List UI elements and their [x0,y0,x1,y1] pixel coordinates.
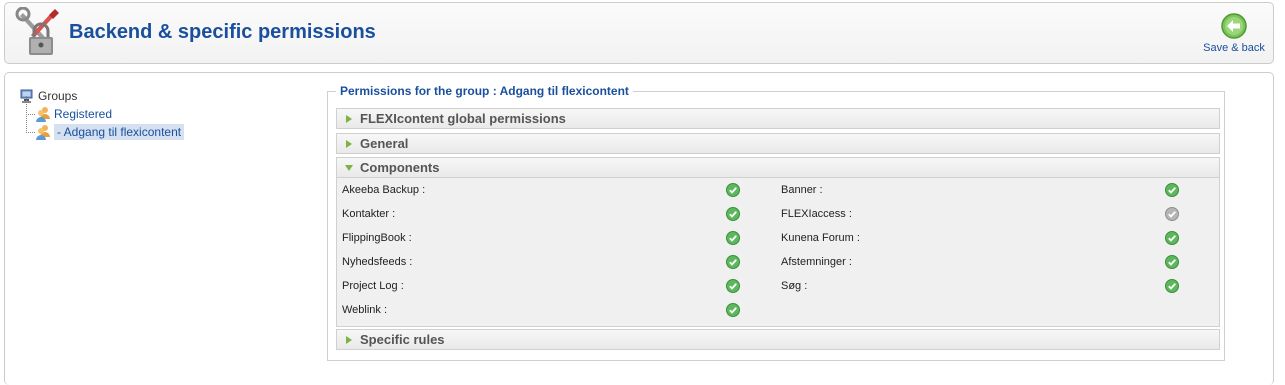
check-allowed-icon[interactable] [726,183,740,197]
collapse-arrow-icon [345,164,353,171]
check-allowed-icon[interactable] [726,255,740,269]
component-label-projectlog: Project Log : [342,280,404,292]
tree-item-registered-label[interactable]: Registered [54,107,112,121]
groups-icon [20,89,33,103]
component-label-kunena: Kunena Forum : [781,232,860,244]
component-label-flippingbook: FlippingBook : [342,232,412,244]
tools-lock-icon [15,7,59,55]
page-title: Backend & specific permissions [69,21,376,43]
section-general[interactable]: General [336,133,1220,154]
expand-arrow-icon [346,114,352,123]
section-specific-rules-label: Specific rules [360,332,445,347]
check-allowed-icon[interactable] [726,207,740,221]
check-allowed-icon[interactable] [1165,255,1179,269]
component-label-akeeba: Akeeba Backup : [342,184,426,196]
tree-item-registered[interactable]: Registered [19,96,184,123]
expand-arrow-icon [346,335,352,344]
permissions-legend: Permissions for the group : Adgang til f… [336,84,633,98]
tree-connector [19,96,35,123]
save-and-back-label: Save & back [1203,42,1265,54]
check-allowed-icon[interactable] [726,279,740,293]
check-allowed-icon[interactable] [1165,183,1179,197]
section-global-permissions-label: FLEXIcontent global permissions [360,111,566,126]
components-body: Akeeba Backup : Banner : Kontakter : FLE… [336,178,1220,327]
section-components-label: Components [360,160,440,175]
groups-tree: Groups Registered - Adgang til flexicont… [19,87,185,141]
tree-item-adgang[interactable]: - Adgang til flexicontent [19,114,185,141]
main-panel: Groups Registered - Adgang til flexicont… [4,72,1274,385]
section-global-permissions[interactable]: FLEXIcontent global permissions [336,108,1220,129]
component-label-kontakter: Kontakter : [342,208,396,220]
check-allowed-icon[interactable] [726,303,740,317]
tree-root: Groups [19,87,184,105]
users-icon [36,107,50,122]
expand-arrow-icon [346,139,352,148]
component-label-afstemninger: Afstemninger : [781,256,852,268]
users-icon [36,125,50,140]
component-label-flexiaccess: FLEXIaccess : [781,208,852,220]
tree-connector [19,114,35,141]
component-label-banner: Banner : [781,184,823,196]
check-inactive-icon[interactable] [1165,207,1179,221]
component-label-nyhedsfeeds: Nyhedsfeeds : [342,256,413,268]
section-general-label: General [360,136,409,151]
component-label-soeg: Søg : [781,280,808,292]
groups-root-label: Groups [38,89,78,103]
permissions-fieldset: Permissions for the group : Adgang til f… [327,84,1225,361]
check-allowed-icon[interactable] [726,231,740,245]
tree-item-adgang-label[interactable]: - Adgang til flexicontent [54,124,185,140]
check-allowed-icon[interactable] [1165,231,1179,245]
back-arrow-icon [1221,13,1247,39]
section-specific-rules[interactable]: Specific rules [336,329,1220,350]
section-components[interactable]: Components [336,157,1220,178]
save-and-back-button[interactable]: Save & back [1199,11,1269,59]
check-allowed-icon[interactable] [1165,279,1179,293]
toolbar: Backend & specific permissions Save & ba… [4,2,1274,64]
component-label-weblink: Weblink : [342,304,388,316]
